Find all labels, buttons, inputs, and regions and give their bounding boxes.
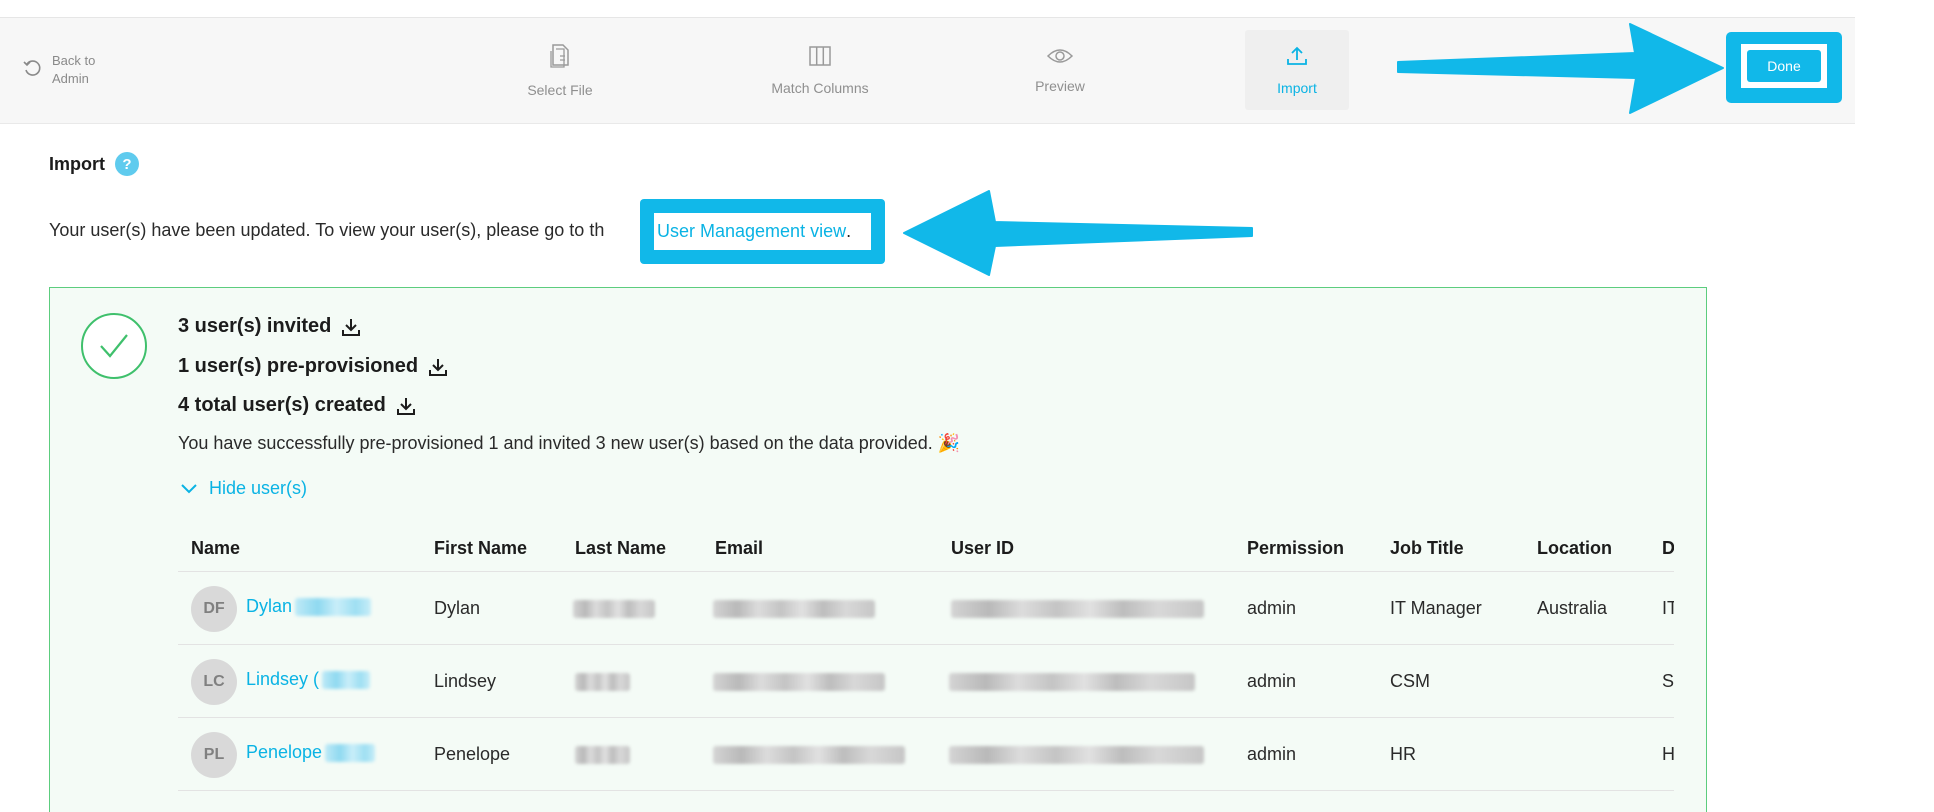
first-name-cell: Lindsey [434, 671, 497, 691]
import-wizard-header: Back to Admin Select File Match Columns … [0, 18, 1855, 124]
link-suffix: . [846, 221, 852, 241]
avatar: PL [191, 732, 237, 778]
department-cell: IT [1662, 598, 1674, 618]
redacted-last-name [575, 746, 630, 764]
table-row: LC Lindsey ( Lindsey admin CSM Success [178, 645, 1674, 718]
redacted-last-name [575, 673, 630, 691]
page-title: Import [49, 153, 105, 174]
invited-stat-label: 3 user(s) invited [178, 315, 332, 337]
department-cell: Success [1662, 671, 1674, 691]
download-icon[interactable] [341, 317, 361, 337]
redacted-name [322, 670, 371, 689]
permission-cell: admin [1247, 671, 1297, 691]
total-created-stat-label: 4 total user(s) created [178, 394, 386, 416]
redacted-name [295, 597, 372, 616]
total-created-stat: 4 total user(s) created [178, 394, 416, 417]
hide-users-toggle[interactable]: Hide user(s) [181, 478, 307, 499]
help-icon[interactable]: ? [115, 152, 139, 176]
department-cell: HR [1662, 744, 1674, 764]
eye-icon [1046, 49, 1074, 63]
download-icon[interactable] [428, 357, 448, 377]
step-preview[interactable]: Preview [1010, 30, 1110, 110]
step-label: Preview [1035, 78, 1085, 94]
user-name: Penelope [246, 742, 323, 762]
columns-icon [809, 46, 831, 66]
step-import[interactable]: Import [1245, 30, 1349, 110]
column-header-job-title[interactable]: Job Title [1390, 538, 1464, 559]
redacted-last-name [573, 600, 655, 618]
job-title-cell: HR [1390, 744, 1416, 764]
success-message: You have successfully pre-provisioned 1 … [178, 433, 961, 453]
user-name: Lindsey ( [246, 669, 320, 689]
table-header: Name First Name Last Name Email User ID … [178, 508, 1674, 572]
window-top-strip [0, 0, 1855, 18]
table-row: PL Penelope Penelope admin HR HR [178, 718, 1674, 791]
success-check-icon [81, 313, 147, 379]
column-header-first-name[interactable]: First Name [434, 538, 527, 559]
user-management-link-highlight-inner: User Management view . [654, 213, 871, 250]
table-row: DF Dylan Dylan admin IT Manager Australi… [178, 572, 1674, 645]
users-table: Name First Name Last Name Email User ID … [178, 508, 1674, 791]
hide-users-label: Hide user(s) [209, 478, 308, 498]
step-label: Match Columns [771, 80, 869, 96]
redacted-email [713, 746, 905, 764]
first-name-cell: Penelope [434, 744, 511, 764]
job-title-cell: CSM [1390, 671, 1430, 691]
avatar: DF [191, 586, 237, 632]
first-name-cell: Dylan [434, 598, 481, 618]
redacted-user-id [951, 600, 1204, 618]
user-management-link[interactable]: User Management view [657, 221, 846, 242]
location-cell: Australia [1537, 598, 1608, 618]
import-heading: Import ? [49, 152, 139, 176]
permission-cell: admin [1247, 598, 1297, 618]
redacted-email [713, 600, 875, 618]
done-button[interactable]: Done [1747, 50, 1821, 82]
update-message: Your user(s) have been updated. To view … [49, 220, 605, 240]
done-button-highlight-inner: Done [1741, 44, 1827, 88]
job-title-cell: IT Manager [1390, 598, 1482, 618]
step-select-file[interactable]: Select File [505, 30, 615, 110]
import-result-panel: 3 user(s) invited 1 user(s) pre-provisio… [49, 287, 1707, 812]
column-header-permission[interactable]: Permission [1247, 538, 1344, 559]
back-to-admin-label: Back to Admin [52, 53, 96, 86]
column-header-name[interactable]: Name [191, 538, 240, 559]
step-label: Import [1277, 80, 1317, 96]
file-icon [550, 44, 569, 68]
annotation-arrow-left [903, 190, 1253, 276]
redacted-name [325, 743, 376, 762]
done-button-highlight: Done [1726, 32, 1842, 103]
upload-icon [1287, 46, 1307, 65]
column-header-department[interactable]: Department [1662, 538, 1674, 559]
permission-cell: admin [1247, 744, 1297, 764]
column-header-email[interactable]: Email [715, 538, 763, 559]
user-name-link[interactable]: Penelope [246, 742, 376, 763]
user-name-link[interactable]: Dylan [246, 596, 372, 617]
user-name-link[interactable]: Lindsey ( [246, 669, 371, 690]
undo-icon [23, 60, 41, 76]
column-header-last-name[interactable]: Last Name [575, 538, 666, 559]
step-match-columns[interactable]: Match Columns [755, 30, 885, 110]
redacted-email [713, 673, 885, 691]
step-label: Select File [527, 82, 593, 98]
redacted-user-id [949, 673, 1195, 691]
pre-provisioned-stat: 1 user(s) pre-provisioned [178, 355, 448, 378]
invited-stat: 3 user(s) invited [178, 315, 361, 338]
user-name: Dylan [246, 596, 293, 616]
back-to-admin-link[interactable]: Back to Admin [22, 52, 112, 88]
chevron-down-icon [181, 483, 197, 493]
redacted-user-id [949, 746, 1204, 764]
avatar: LC [191, 659, 237, 705]
column-header-user-id[interactable]: User ID [951, 538, 1014, 559]
column-header-location[interactable]: Location [1537, 538, 1612, 559]
download-icon[interactable] [396, 396, 416, 416]
user-management-link-highlight: User Management view . [640, 199, 885, 264]
pre-provisioned-stat-label: 1 user(s) pre-provisioned [178, 355, 419, 377]
